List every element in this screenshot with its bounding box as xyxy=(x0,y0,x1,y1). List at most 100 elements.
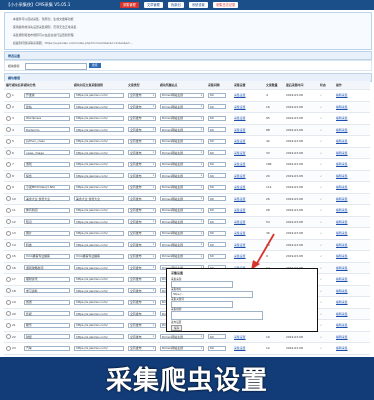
row-interval-input[interactable]: 60 xyxy=(208,334,226,340)
row-type-select[interactable]: 全局发布 ▾ xyxy=(128,288,156,294)
row-op-link[interactable]: 编辑采集 xyxy=(336,105,348,109)
row-select-radio[interactable] xyxy=(6,230,11,236)
row-cfg-link[interactable]: 采集设置 xyxy=(234,220,246,224)
row-select-radio[interactable] xyxy=(6,311,11,317)
row-op-link[interactable]: 编辑采集 xyxy=(336,197,348,201)
row-site-select[interactable]: Dimen网站主题 ▾ xyxy=(160,92,204,98)
row-site-select[interactable]: Dimen网站主题 ▾ xyxy=(160,207,204,213)
row-name-input[interactable]: python_class xyxy=(24,138,70,144)
row-cfg-link[interactable]: 采集设置 xyxy=(234,185,246,189)
row-name-input[interactable]: Vmo播客专业播客 xyxy=(24,253,70,259)
row-op-link[interactable]: 编辑采集 xyxy=(336,116,348,120)
row-cfg-link[interactable]: 采集设置 xyxy=(234,105,246,109)
row-cfg-link[interactable]: 采集设置 xyxy=(234,254,246,258)
row-name-input[interactable]: 游戏 xyxy=(24,161,70,167)
row-interval-input[interactable]: 60 xyxy=(208,207,226,213)
row-url-input[interactable]: https://a.jianlian.com/ xyxy=(74,322,124,328)
row-interval-input[interactable]: 60 xyxy=(208,138,226,144)
row-site-select[interactable]: Dimen网站主题 ▾ xyxy=(160,150,204,156)
row-url-input[interactable]: https://a.jianlian.com/ xyxy=(74,92,124,98)
row-interval-input[interactable]: 60 xyxy=(208,173,226,179)
row-url-input[interactable]: https://a.jianlian.com/ xyxy=(74,276,124,282)
collect-rule-textarea[interactable] xyxy=(171,311,263,320)
popup-save-button[interactable]: 保存 xyxy=(171,325,183,331)
row-type-select[interactable]: 全局发布 ▾ xyxy=(128,92,156,98)
row-site-select[interactable]: Dimen网站主题 ▾ xyxy=(160,161,204,167)
row-site-select[interactable]: Dimen网站主题 ▾ xyxy=(160,115,204,121)
row-op-link[interactable]: 编辑采集 xyxy=(336,93,348,97)
row-type-select[interactable]: 全局发布 ▾ xyxy=(128,115,156,121)
row-site-select[interactable]: Dimen网站主题 ▾ xyxy=(160,196,204,202)
row-op-link[interactable]: 编辑采集 xyxy=(336,346,348,350)
row-select-radio[interactable] xyxy=(6,184,11,190)
row-type-select[interactable]: 全局发布 ▾ xyxy=(128,311,156,317)
row-url-input[interactable]: https://a.jianlian.com/ xyxy=(74,138,124,144)
row-interval-input[interactable]: 60 xyxy=(208,104,226,110)
row-select-radio[interactable] xyxy=(6,299,11,305)
row-name-input[interactable]: 科技 xyxy=(24,242,70,248)
row-url-input[interactable]: https://a.jianlian.com/ xyxy=(74,127,124,133)
row-type-select[interactable]: 全局发布 ▾ xyxy=(128,138,156,144)
row-name-input[interactable]: Dedecms xyxy=(24,127,70,133)
row-type-select[interactable]: 全局发布 ▾ xyxy=(128,127,156,133)
row-type-select[interactable]: 全局发布 ▾ xyxy=(128,265,156,271)
row-op-link[interactable]: 编辑采集 xyxy=(336,300,348,304)
row-site-select[interactable]: Dimen网站主题 ▾ xyxy=(160,138,204,144)
row-site-select[interactable]: Dimen网站主题 ▾ xyxy=(160,173,204,179)
row-url-input[interactable]: https://a.jianlian.com/ xyxy=(74,161,124,167)
row-type-select[interactable]: 全局发布 ▾ xyxy=(128,219,156,225)
row-url-input[interactable]: https://a.jianlian.com/ xyxy=(74,150,124,156)
row-cfg-link[interactable]: 采集设置 xyxy=(234,231,246,235)
row-select-radio[interactable] xyxy=(6,322,11,328)
row-name-input[interactable]: 图片 xyxy=(24,230,70,236)
row-select-radio[interactable] xyxy=(6,276,11,282)
row-cfg-link[interactable]: 采集设置 xyxy=(234,162,246,166)
row-name-input[interactable]: 开发者 xyxy=(24,92,70,98)
row-select-radio[interactable] xyxy=(6,92,11,98)
row-name-input[interactable]: 影视 xyxy=(24,311,70,317)
row-url-input[interactable]: https://a.jianlian.com/ xyxy=(74,207,124,213)
tab-settings[interactable]: 系统设置 xyxy=(189,2,208,8)
row-site-select[interactable]: Dimen网站主题 ▾ xyxy=(160,184,204,190)
row-op-link[interactable]: 编辑采集 xyxy=(336,243,348,247)
row-interval-input[interactable]: 60 xyxy=(208,219,226,225)
row-type-select[interactable]: 全局发布 ▾ xyxy=(128,230,156,236)
row-url-input[interactable]: https://a.jianlian.com/ xyxy=(74,230,124,236)
row-url-input[interactable]: https://a.jianlian.com/ xyxy=(74,219,124,225)
row-cfg-link[interactable]: 采集设置 xyxy=(234,243,246,247)
row-name-input[interactable]: 理财资讯 xyxy=(24,276,70,282)
row-cfg-link[interactable]: 采集设置 xyxy=(234,335,246,339)
row-type-select[interactable]: 全局发布 ▾ xyxy=(128,322,156,328)
row-site-select[interactable]: Dimen网站主题 ▾ xyxy=(160,219,204,225)
module-search-input[interactable] xyxy=(25,62,87,70)
row-cfg-link[interactable]: 采集设置 xyxy=(234,346,246,350)
row-url-input[interactable]: https://a.jianlian.com/ xyxy=(74,345,124,351)
row-interval-input[interactable]: 60 xyxy=(208,161,226,167)
row-type-select[interactable]: 全局发布 ▾ xyxy=(128,207,156,213)
row-url-input[interactable]: https://a.jianlian.com/ xyxy=(74,184,124,190)
row-name-input[interactable]: 建站 xyxy=(24,104,70,110)
row-site-select[interactable]: Dimen网站主题 ▾ xyxy=(160,334,204,340)
row-op-link[interactable]: 编辑采集 xyxy=(336,231,348,235)
row-op-link[interactable]: 编辑采集 xyxy=(336,254,348,258)
row-op-link[interactable]: 编辑采集 xyxy=(336,323,348,327)
tab-articles[interactable]: 文章管理 xyxy=(144,2,163,8)
row-name-input[interactable]: 美食大全·食谱大全 xyxy=(24,196,70,202)
row-cfg-link[interactable]: 采集设置 xyxy=(234,128,246,132)
row-name-input[interactable]: 财经 xyxy=(24,334,70,340)
row-name-input[interactable]: 知识 xyxy=(24,219,70,225)
row-type-select[interactable]: 全局发布 ▾ xyxy=(128,242,156,248)
row-op-link[interactable]: 编辑采集 xyxy=(336,266,348,270)
row-interval-input[interactable]: 60 xyxy=(208,230,226,236)
row-op-link[interactable]: 编辑采集 xyxy=(336,277,348,281)
search-button[interactable]: 搜索 xyxy=(89,62,101,68)
row-name-input[interactable]: 学习资料 xyxy=(24,288,70,294)
row-site-select[interactable]: Dimen网站主题 ▾ xyxy=(160,253,204,259)
row-interval-input[interactable]: 60 xyxy=(208,150,226,156)
tab-rewrite[interactable]: 伪原创 xyxy=(168,2,184,8)
row-url-input[interactable]: https://a.jianlian.com/ xyxy=(74,288,124,294)
row-name-input[interactable]: 旅游 xyxy=(24,299,70,305)
row-interval-input[interactable]: 60 xyxy=(208,127,226,133)
row-url-input[interactable]: https://a.jianlian.com/ xyxy=(74,334,124,340)
row-cfg-link[interactable]: 采集设置 xyxy=(234,93,246,97)
